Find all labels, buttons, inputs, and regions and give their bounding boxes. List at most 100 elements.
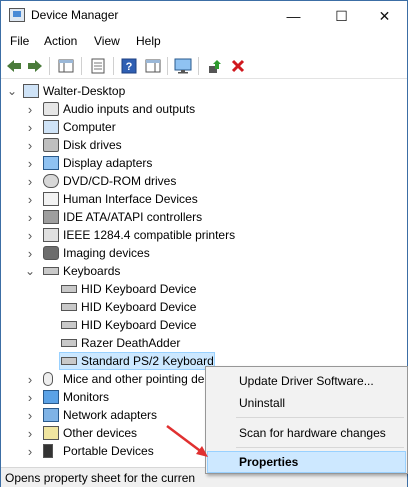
context-menu-separator [236, 447, 404, 448]
expand-chevron-icon[interactable]: › [25, 370, 35, 388]
tree-item-label: Razer DeathAdder [81, 336, 181, 350]
expand-chevron-icon[interactable]: › [25, 424, 35, 442]
scan-hardware-monitor-icon[interactable] [173, 56, 193, 76]
disk-drive-icon [43, 138, 59, 152]
show-hide-console-tree-icon[interactable] [56, 56, 76, 76]
menu-view[interactable]: View [94, 34, 120, 48]
keyboard-icon [61, 285, 77, 293]
close-button[interactable]: ✕ [362, 1, 407, 31]
toolbar-separator [49, 57, 50, 75]
tree-category[interactable]: › IEEE 1284.4 compatible printers [1, 226, 407, 244]
toolbar-separator [198, 57, 199, 75]
computer-icon [23, 84, 39, 98]
action-pane-icon[interactable] [143, 56, 163, 76]
keyboard-icon [61, 303, 77, 311]
tree-root-computer[interactable]: ⌄ Walter-Desktop [1, 82, 407, 100]
keyboard-icon [43, 267, 59, 275]
tree-device-keyboard[interactable]: HID Keyboard Device [1, 298, 407, 316]
camera-icon [43, 246, 59, 260]
tree-item-label: HID Keyboard Device [81, 318, 197, 332]
help-icon[interactable]: ? [119, 56, 139, 76]
ide-controller-icon [43, 210, 59, 224]
collapse-chevron-icon[interactable]: ⌄ [25, 262, 35, 280]
tree-category[interactable]: › Imaging devices [1, 244, 407, 262]
expand-chevron-icon[interactable]: › [25, 118, 35, 136]
tree-item-label: Computer [63, 120, 116, 134]
expand-chevron-icon[interactable]: › [25, 226, 35, 244]
tree-category[interactable]: › Disk drives [1, 136, 407, 154]
tree-device-keyboard[interactable]: HID Keyboard Device [1, 316, 407, 334]
expand-chevron-icon[interactable]: › [25, 388, 35, 406]
toolbar-separator [167, 57, 168, 75]
menu-action[interactable]: Action [44, 34, 77, 48]
tree-device-keyboard[interactable]: HID Keyboard Device [1, 280, 407, 298]
update-driver-icon[interactable] [205, 56, 225, 76]
collapse-chevron-icon[interactable]: ⌄ [7, 82, 17, 100]
tree-category[interactable]: › Audio inputs and outputs [1, 100, 407, 118]
tree-item-label: Standard PS/2 Keyboard [81, 354, 214, 368]
tree-item-label: Keyboards [63, 264, 121, 278]
expand-chevron-icon[interactable]: › [25, 190, 35, 208]
dvd-drive-icon [43, 174, 59, 188]
tree-category[interactable]: › Display adapters [1, 154, 407, 172]
tree-item-label: Human Interface Devices [63, 192, 198, 206]
update-driver-label: Update Driver Software... [239, 374, 374, 388]
portable-device-icon [43, 444, 53, 458]
minimize-button[interactable]: — [271, 1, 316, 31]
speaker-icon [43, 102, 59, 116]
tree-item-label: Display adapters [63, 156, 153, 170]
scan-label: Scan for hardware changes [239, 426, 386, 440]
expand-chevron-icon[interactable]: › [25, 172, 35, 190]
uninstall-x-icon[interactable] [228, 56, 248, 76]
tree-item-label: Other devices [63, 426, 138, 440]
properties-label: Properties [239, 455, 299, 469]
tree-item-label: IEEE 1284.4 compatible printers [63, 228, 236, 242]
menu-help[interactable]: Help [136, 34, 161, 48]
printer-icon [43, 228, 59, 242]
tree-item-label: Network adapters [63, 408, 158, 422]
hid-icon [43, 192, 59, 206]
back-arrow-icon[interactable] [4, 56, 24, 76]
tree-category[interactable]: ⌄ Keyboards [1, 262, 407, 280]
toolbar: ? [1, 53, 407, 79]
svg-text:?: ? [126, 61, 133, 73]
tree-item-label: Imaging devices [63, 246, 150, 260]
uninstall-menu-item[interactable]: Uninstall [207, 392, 406, 414]
keyboard-icon [61, 357, 77, 365]
forward-arrow-icon[interactable] [25, 56, 45, 76]
display-adapter-icon [43, 156, 59, 170]
update-driver-software-menu-item[interactable]: Update Driver Software... [207, 370, 406, 392]
tree-category[interactable]: › Human Interface Devices [1, 190, 407, 208]
maximize-button[interactable]: ☐ [319, 1, 364, 31]
uninstall-label: Uninstall [239, 396, 286, 410]
properties-menu-item[interactable]: Properties [207, 451, 406, 473]
tree-device-keyboard[interactable]: Razer DeathAdder [1, 334, 407, 352]
context-menu-separator [236, 417, 404, 418]
keyboard-icon [61, 339, 77, 347]
expand-chevron-icon[interactable]: › [25, 154, 35, 172]
tree-item-label: Mice and other pointing de [63, 372, 205, 386]
keyboard-icon [61, 321, 77, 329]
tree-item-label: Monitors [63, 390, 110, 404]
expand-chevron-icon[interactable]: › [25, 100, 35, 118]
tree-category[interactable]: › IDE ATA/ATAPI controllers [1, 208, 407, 226]
tree-item-label: HID Keyboard Device [81, 282, 197, 296]
properties-sheet-icon[interactable] [88, 56, 108, 76]
scan-for-hardware-changes-menu-item[interactable]: Scan for hardware changes [207, 422, 406, 444]
status-text: Opens property sheet for the curren [5, 471, 196, 485]
tree-item-label: Portable Devices [63, 444, 154, 458]
expand-chevron-icon[interactable]: › [25, 136, 35, 154]
expand-chevron-icon[interactable]: › [25, 406, 35, 424]
menu-file[interactable]: File [10, 34, 29, 48]
title-bar[interactable]: Device Manager — ☐ ✕ [1, 1, 407, 31]
device-manager-icon [9, 8, 25, 22]
toolbar-separator [113, 57, 114, 75]
tree-category[interactable]: › Computer [1, 118, 407, 136]
tree-item-label: IDE ATA/ATAPI controllers [63, 210, 203, 224]
other-devices-icon [43, 426, 59, 440]
context-menu: Update Driver Software... Uninstall Scan… [205, 366, 408, 474]
tree-category[interactable]: › DVD/CD-ROM drives [1, 172, 407, 190]
expand-chevron-icon[interactable]: › [25, 244, 35, 262]
expand-chevron-icon[interactable]: › [25, 442, 35, 460]
expand-chevron-icon[interactable]: › [25, 208, 35, 226]
